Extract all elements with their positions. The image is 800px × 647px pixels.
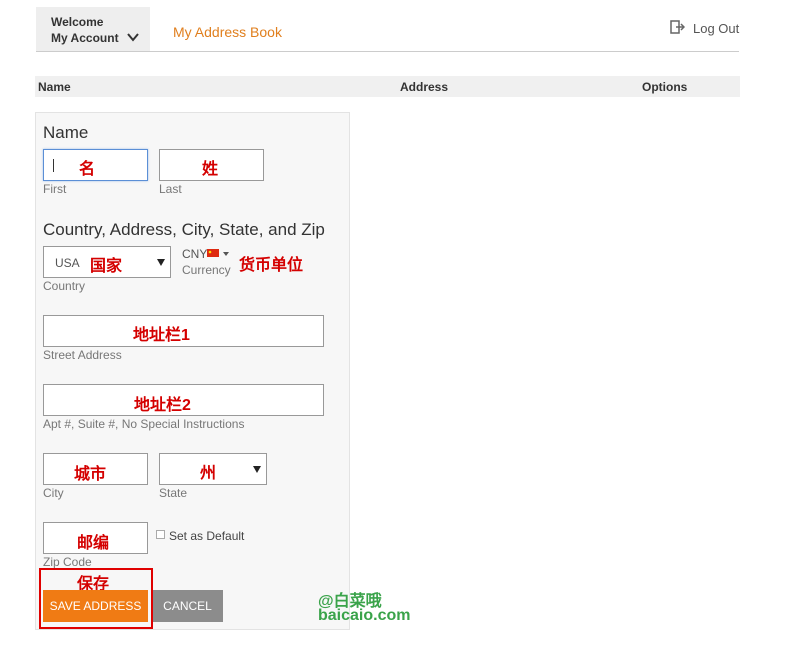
first-name-input[interactable]: 名	[43, 149, 148, 181]
address-table-header: Name Address Options	[35, 76, 740, 97]
column-options: Options	[642, 80, 688, 94]
column-address: Address	[400, 80, 449, 94]
text-cursor	[53, 159, 54, 172]
country-annotation: 国家	[90, 258, 123, 275]
address-section-title: Country, Address, City, State, and Zip	[43, 220, 325, 239]
set-default-checkbox[interactable]	[156, 530, 165, 539]
logout-icon[interactable]	[670, 20, 685, 34]
street-annotation: 地址栏1	[133, 327, 190, 344]
state-annotation: 州	[200, 465, 217, 482]
account-menu[interactable]: Welcome My Account	[36, 7, 150, 51]
state-select[interactable]: 州	[159, 453, 267, 485]
city-hint: City	[43, 486, 64, 500]
save-highlight-box	[39, 568, 153, 629]
logout-link[interactable]: Log Out	[693, 21, 739, 36]
set-default-label: Set as Default	[169, 529, 245, 543]
chevron-down-icon	[127, 33, 139, 42]
city-input[interactable]: 城市	[43, 453, 148, 485]
header-divider	[36, 51, 739, 52]
city-annotation: 城市	[74, 466, 107, 483]
welcome-text: Welcome	[51, 15, 104, 29]
zip-code-hint: Zip Code	[43, 555, 92, 569]
name-section-title: Name	[43, 123, 89, 142]
currency-value: CNY	[182, 247, 208, 261]
last-name-hint: Last	[159, 182, 182, 196]
apt-suite-hint: Apt #, Suite #, No Special Instructions	[43, 417, 245, 431]
apt-suite-input[interactable]: 地址栏2	[43, 384, 324, 416]
currency-caret-icon	[223, 252, 229, 256]
address-book-link[interactable]: My Address Book	[173, 24, 282, 40]
last-name-input[interactable]: 姓	[159, 149, 264, 181]
state-hint: State	[159, 486, 188, 500]
china-flag-icon	[207, 249, 219, 257]
country-select[interactable]: USA 国家	[43, 246, 171, 278]
zip-annotation: 邮编	[77, 535, 110, 552]
dropdown-arrow-icon	[253, 466, 261, 473]
apt-annotation: 地址栏2	[134, 397, 191, 414]
currency-annotation: 货币单位	[239, 257, 304, 274]
country-value: USA	[55, 256, 80, 270]
dropdown-arrow-icon	[157, 259, 165, 266]
country-hint: Country	[43, 279, 86, 293]
my-account-label: My Account	[51, 31, 119, 45]
watermark-domain: baicaio.com	[318, 607, 411, 624]
currency-selector[interactable]: CNY	[182, 247, 232, 261]
currency-hint: Currency	[182, 263, 231, 277]
cancel-button[interactable]: CANCEL	[152, 590, 223, 622]
zip-code-input[interactable]: 邮编	[43, 522, 148, 554]
column-name: Name	[38, 80, 71, 94]
street-address-hint: Street Address	[43, 348, 122, 362]
street-address-input[interactable]: 地址栏1	[43, 315, 324, 347]
last-name-annotation: 姓	[202, 161, 219, 178]
first-name-annotation: 名	[79, 161, 96, 178]
first-name-hint: First	[43, 182, 67, 196]
